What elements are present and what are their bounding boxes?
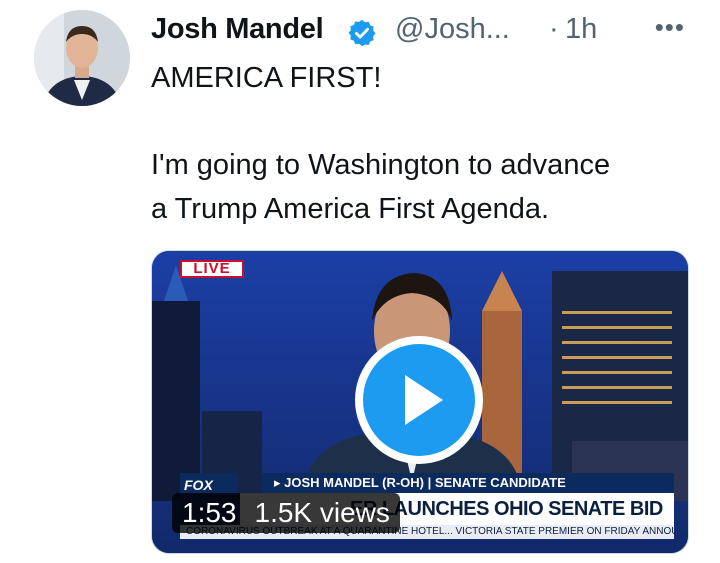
tweet-text-line-2: I'm going to Washington to advance bbox=[151, 149, 611, 181]
live-badge: LIVE bbox=[180, 260, 244, 278]
tweet-header: Josh Mandel @Josh... · 1h ••• bbox=[151, 12, 691, 52]
video-player[interactable]: LIVE FOX ▸ JOSH MANDEL (R-OH) | SENATE C… bbox=[151, 250, 689, 554]
play-button[interactable] bbox=[355, 336, 483, 464]
author-name[interactable]: Josh Mandel bbox=[151, 13, 324, 46]
separator-dot: · bbox=[549, 13, 559, 45]
author-handle[interactable]: @Josh... bbox=[395, 13, 510, 46]
tweet-timestamp[interactable]: 1h bbox=[565, 13, 597, 46]
tweet-text-line-1: AMERICA FIRST! bbox=[151, 62, 382, 94]
tweet-text-line-3: a Trump America First Agenda. bbox=[151, 193, 550, 225]
chyron-name-line: ▸ JOSH MANDEL (R-OH) | SENATE CANDIDATE bbox=[262, 473, 674, 493]
avatar-image bbox=[34, 10, 130, 106]
verified-badge-icon bbox=[348, 19, 376, 47]
more-options-icon[interactable]: ••• bbox=[655, 12, 685, 43]
video-duration: 1:53 bbox=[182, 497, 237, 528]
video-stats: 1:53 1.5K views bbox=[172, 493, 400, 533]
author-avatar[interactable] bbox=[34, 10, 130, 106]
play-icon bbox=[363, 344, 475, 456]
video-view-count: 1.5K views bbox=[254, 497, 390, 528]
